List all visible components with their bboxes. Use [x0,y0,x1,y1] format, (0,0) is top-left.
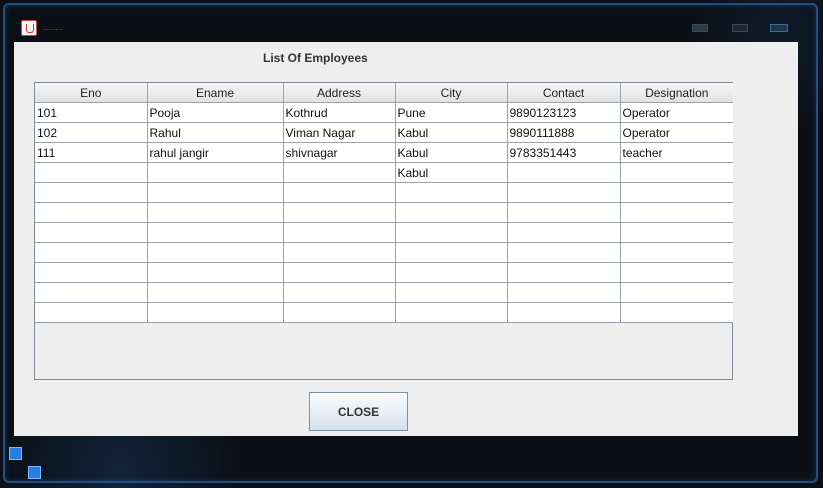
table-cell[interactable] [395,202,508,223]
column-header-designation[interactable]: Designation [620,83,733,103]
table-row[interactable] [35,282,733,303]
table-cell[interactable] [147,222,284,243]
table-cell[interactable] [35,202,148,223]
close-button[interactable]: CLOSE [309,392,408,431]
table-cell[interactable] [507,222,621,243]
table-cell[interactable] [147,162,284,183]
table-cell[interactable] [507,282,621,303]
table-cell[interactable] [620,222,733,243]
column-header-city[interactable]: City [395,83,508,103]
page-title: List Of Employees [263,51,368,65]
table-cell[interactable] [507,302,621,323]
table-cell[interactable] [395,282,508,303]
table-cell[interactable] [620,302,733,323]
table-cell[interactable] [620,282,733,303]
table-cell[interactable] [147,262,284,283]
table-row[interactable]: 111 rahul jangir shivnagar Kabul 9783351443 t… [35,142,733,163]
table-cell[interactable] [283,242,396,263]
table-row[interactable]: 101 Pooja Kothrud Pune 9890123123 Operator [35,102,733,123]
table-cell[interactable] [395,242,508,263]
table-cell[interactable] [283,202,396,223]
table-cell[interactable] [507,202,621,223]
content-panel: List Of Employees Eno Ename Address City… [14,42,798,436]
table-row[interactable] [35,302,733,323]
table-cell[interactable] [35,242,148,263]
table-cell[interactable] [507,262,621,283]
table-cell[interactable]: Kabul [395,162,508,183]
table-cell[interactable]: Kabul [395,122,508,143]
table-cell[interactable] [395,262,508,283]
table-cell[interactable]: teacher [620,142,733,163]
table-cell[interactable] [147,242,284,263]
table-cell[interactable]: 102 [35,122,148,143]
column-header-address[interactable]: Address [283,83,396,103]
table-cell[interactable] [35,222,148,243]
column-header-ename[interactable]: Ename [147,83,284,103]
table-cell[interactable] [507,242,621,263]
table-cell[interactable]: 9890123123 [507,102,621,123]
table-cell[interactable]: Operator [620,122,733,143]
table-row[interactable] [35,182,733,203]
table-cell[interactable]: Viman Nagar [283,122,396,143]
table-cell[interactable] [283,282,396,303]
table-cell[interactable] [507,162,621,183]
table-cell[interactable] [35,162,148,183]
table-cell[interactable] [283,182,396,203]
table-cell[interactable] [147,202,284,223]
table-cell[interactable] [620,182,733,203]
table-cell[interactable]: Pooja [147,102,284,123]
table-row[interactable] [35,242,733,263]
table-cell[interactable] [507,182,621,203]
table-cell[interactable]: 101 [35,102,148,123]
window-title: ........ [43,22,64,32]
column-header-eno[interactable]: Eno [35,83,148,103]
table-cell[interactable] [147,182,284,203]
maximize-button[interactable] [732,24,748,32]
table-cell[interactable] [620,162,733,183]
table-cell[interactable] [395,182,508,203]
table-row[interactable]: 102 Rahul Viman Nagar Kabul 9890111888 Operat… [35,122,733,143]
table-cell[interactable]: Kothrud [283,102,396,123]
table-cell[interactable] [620,202,733,223]
minimize-button[interactable] [692,24,708,32]
table-cell[interactable]: Rahul [147,122,284,143]
table-row[interactable] [35,262,733,283]
table-cell[interactable] [395,222,508,243]
table-cell[interactable]: 9890111888 [507,122,621,143]
table-cell[interactable] [395,302,508,323]
frame-corner-decoration [28,466,41,479]
table-cell[interactable] [620,242,733,263]
table-cell[interactable] [620,262,733,283]
table-cell[interactable]: 111 [35,142,148,163]
table-header-row: Eno Ename Address City Contact Designati… [35,83,733,103]
table-cell[interactable]: Operator [620,102,733,123]
table-cell[interactable] [35,282,148,303]
table-cell[interactable]: Pune [395,102,508,123]
table-cell[interactable] [147,282,284,303]
table-cell[interactable] [35,302,148,323]
table-cell[interactable] [35,182,148,203]
table-cell[interactable] [283,222,396,243]
table-body: 101 Pooja Kothrud Pune 9890123123 Operator 102… [35,102,733,323]
employee-table-scrollpane[interactable]: Eno Ename Address City Contact Designati… [34,82,733,380]
table-cell[interactable]: shivnagar [283,142,396,163]
table-cell[interactable]: rahul jangir [147,142,284,163]
employee-table[interactable]: Eno Ename Address City Contact Designati… [35,83,733,323]
table-cell[interactable] [283,162,396,183]
table-cell[interactable]: 9783351443 [507,142,621,163]
column-header-contact[interactable]: Contact [507,83,621,103]
table-cell[interactable] [283,262,396,283]
table-row[interactable] [35,222,733,243]
table-cell[interactable]: Kabul [395,142,508,163]
table-cell[interactable] [283,302,396,323]
frame-corner-decoration [9,447,22,460]
title-bar[interactable]: ........ [12,16,800,40]
table-cell[interactable] [147,302,284,323]
table-row[interactable] [35,202,733,223]
table-cell[interactable] [35,262,148,283]
close-window-button[interactable] [770,24,788,32]
table-row[interactable]: Kabul [35,162,733,183]
java-app-icon [21,20,37,36]
